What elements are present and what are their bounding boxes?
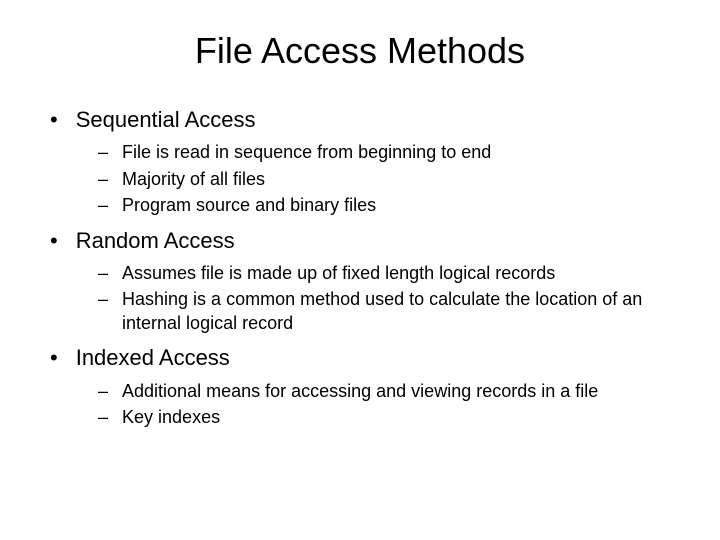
bullet-heading: Random Access (76, 228, 235, 254)
dash-icon: – (98, 262, 108, 285)
sub-bullet-text: Key indexes (122, 406, 220, 429)
sub-bullet-item: – Additional means for accessing and vie… (98, 380, 690, 403)
sub-bullet-item: – Key indexes (98, 406, 690, 429)
bullet-heading: Indexed Access (76, 345, 230, 371)
sub-bullet-item: – Program source and binary files (98, 194, 690, 217)
bullet-row: • Sequential Access (50, 107, 690, 133)
bullet-heading: Sequential Access (76, 107, 256, 133)
bullet-icon: • (50, 109, 58, 131)
sub-bullet-item: – Assumes file is made up of fixed lengt… (98, 262, 690, 285)
sub-bullet-item: – Majority of all files (98, 168, 690, 191)
bullet-row: • Random Access (50, 228, 690, 254)
sub-bullet-list: – Additional means for accessing and vie… (50, 380, 690, 430)
sub-bullet-text: File is read in sequence from beginning … (122, 141, 491, 164)
bullet-section: • Sequential Access – File is read in se… (50, 107, 690, 218)
sub-bullet-item: – File is read in sequence from beginnin… (98, 141, 690, 164)
bullet-section: • Random Access – Assumes file is made u… (50, 228, 690, 336)
sub-bullet-text: Program source and binary files (122, 194, 376, 217)
slide-title: File Access Methods (30, 30, 690, 72)
sub-bullet-text: Assumes file is made up of fixed length … (122, 262, 555, 285)
sub-bullet-text: Additional means for accessing and viewi… (122, 380, 598, 403)
sub-bullet-list: – File is read in sequence from beginnin… (50, 141, 690, 217)
dash-icon: – (98, 141, 108, 164)
dash-icon: – (98, 288, 108, 311)
slide-content: • Sequential Access – File is read in se… (30, 107, 690, 429)
sub-bullet-text: Hashing is a common method used to calcu… (122, 288, 682, 335)
dash-icon: – (98, 194, 108, 217)
bullet-section: • Indexed Access – Additional means for … (50, 345, 690, 429)
sub-bullet-list: – Assumes file is made up of fixed lengt… (50, 262, 690, 335)
sub-bullet-text: Majority of all files (122, 168, 265, 191)
sub-bullet-item: – Hashing is a common method used to cal… (98, 288, 690, 335)
dash-icon: – (98, 380, 108, 403)
bullet-icon: • (50, 347, 58, 369)
bullet-icon: • (50, 230, 58, 252)
dash-icon: – (98, 168, 108, 191)
bullet-row: • Indexed Access (50, 345, 690, 371)
dash-icon: – (98, 406, 108, 429)
